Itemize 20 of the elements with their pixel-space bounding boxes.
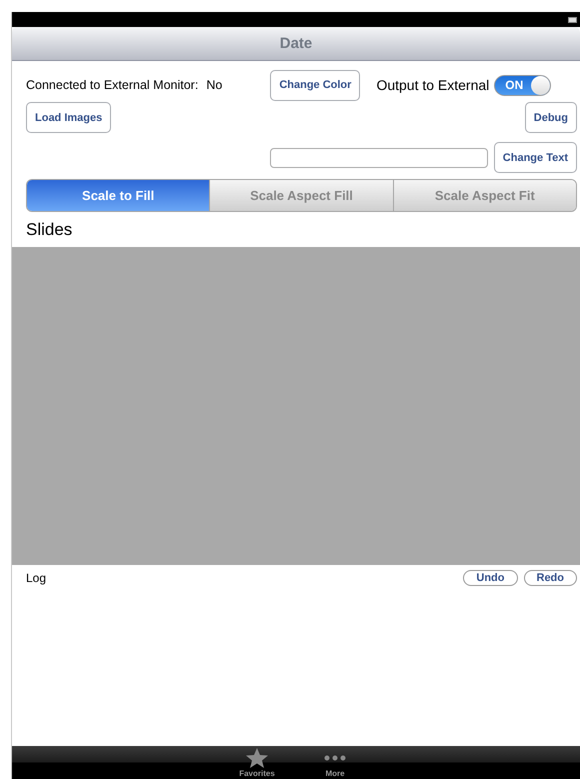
text-field[interactable]: [270, 148, 488, 168]
log-button[interactable]: Redo: [524, 570, 577, 586]
log-title: Log: [26, 570, 46, 584]
log-button[interactable]: Undo: [463, 570, 518, 586]
output-label: Output to External: [376, 77, 490, 93]
debug-button[interactable]: Debug: [524, 102, 577, 133]
change-color-button[interactable]: Change Color: [270, 70, 360, 100]
more-icon: [324, 754, 346, 760]
monitor-label: Connected to External Monitor:: [26, 78, 198, 92]
change-text-button[interactable]: Change Text: [494, 142, 577, 173]
tab-item[interactable]: More: [311, 746, 359, 779]
segment-tab[interactable]: Scale to Fill: [27, 180, 210, 211]
star-icon: [246, 748, 268, 768]
monitor-value: No: [206, 78, 222, 92]
slides-title: Slides: [26, 220, 74, 240]
output-switch[interactable]: ON: [494, 74, 552, 96]
load-images-button[interactable]: Load Images: [26, 102, 112, 133]
navigation-title: Date: [280, 35, 312, 52]
tab-item[interactable]: Favorites: [233, 746, 281, 779]
battery-icon: [568, 16, 578, 22]
